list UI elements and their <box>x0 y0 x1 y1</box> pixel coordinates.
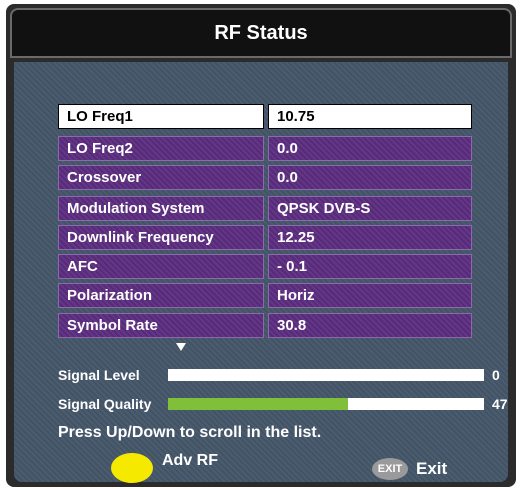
row-label: LO Freq2 <box>58 136 264 161</box>
row-value: 30.8 <box>268 313 472 338</box>
list-row-afc[interactable]: AFC - 0.1 <box>58 254 472 279</box>
scroll-hint: Press Up/Down to scroll in the list. <box>58 424 322 441</box>
list-row-lo-freq1[interactable]: LO Freq1 10.75 <box>58 104 472 129</box>
row-label: Polarization <box>58 283 264 308</box>
row-value: - 0.1 <box>268 254 472 279</box>
list-row-crossover[interactable]: Crossover 0.0 <box>58 165 472 190</box>
scroll-down-arrow-icon <box>176 343 186 351</box>
row-label: AFC <box>58 254 264 279</box>
list-row-lo-freq2[interactable]: LO Freq2 0.0 <box>58 136 472 161</box>
row-value: 10.75 <box>268 104 472 129</box>
exit-label: Exit <box>416 459 448 478</box>
signal-level-bar <box>168 369 484 381</box>
list-row-polarization[interactable]: Polarization Horiz <box>58 283 472 308</box>
row-value: QPSK DVB-S <box>268 196 472 221</box>
signal-level-label: Signal Level <box>58 367 140 383</box>
title-bar: RF Status <box>10 8 512 58</box>
row-value: Horiz <box>268 283 472 308</box>
list-row-symbol-rate[interactable]: Symbol Rate 30.8 <box>58 313 472 338</box>
yellow-button-icon[interactable] <box>111 453 153 483</box>
row-label: LO Freq1 <box>58 104 264 129</box>
list-row-modulation-system[interactable]: Modulation System QPSK DVB-S <box>58 196 472 221</box>
signal-level-value: 0 <box>492 367 500 383</box>
window-title: RF Status <box>214 22 308 44</box>
signal-quality-value: 47 <box>492 396 508 412</box>
adv-rf-label: Adv RF <box>162 452 218 469</box>
exit-key-icon[interactable]: EXIT <box>372 458 408 480</box>
row-label: Downlink Frequency <box>58 225 264 250</box>
signal-quality-label: Signal Quality <box>58 396 152 412</box>
signal-quality-fill <box>168 398 349 410</box>
row-label: Modulation System <box>58 196 264 221</box>
row-value: 12.25 <box>268 225 472 250</box>
row-value: 0.0 <box>268 136 472 161</box>
row-value: 0.0 <box>268 165 472 190</box>
list-row-downlink-frequency[interactable]: Downlink Frequency 12.25 <box>58 225 472 250</box>
signal-quality-bar <box>168 398 484 410</box>
row-label: Symbol Rate <box>58 313 264 338</box>
row-label: Crossover <box>58 165 264 190</box>
